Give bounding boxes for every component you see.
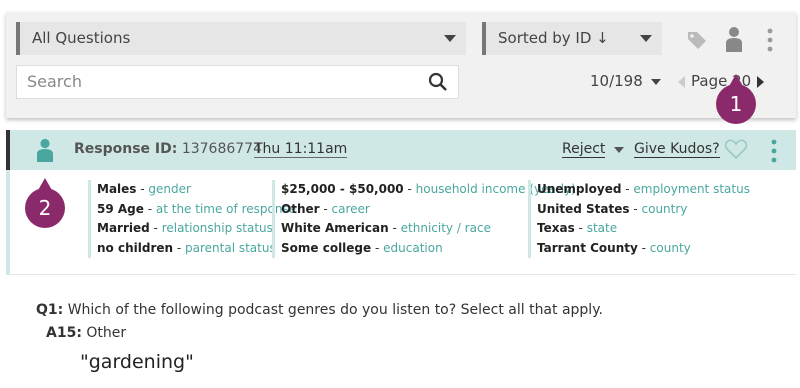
demographic-key: gender xyxy=(148,182,191,196)
demographic-row: United States - country xyxy=(537,201,688,216)
callout-number: 1 xyxy=(716,84,756,124)
callout-number: 2 xyxy=(25,188,65,228)
sort-select[interactable]: Sorted by ID ↓ xyxy=(482,22,662,55)
demographic-value: Some college xyxy=(281,240,372,255)
response-id: Response ID: 137686774 xyxy=(74,141,262,157)
demographic-value: Tarrant County xyxy=(537,240,638,255)
demographics-column-3: Unemployed - employment status United St… xyxy=(528,180,750,258)
demographic-value: Males xyxy=(97,182,137,196)
demographic-row: Tarrant County - county xyxy=(537,240,691,255)
demographic-row: Married - relationship status xyxy=(97,221,273,235)
results-count-select[interactable]: 10/198 xyxy=(590,72,661,90)
search-icon[interactable] xyxy=(428,72,448,92)
demographics-column-1: Males - gender 59 Age - at the time of r… xyxy=(88,180,296,258)
demographic-row: Males - gender xyxy=(97,182,191,196)
demographic-key: career xyxy=(331,201,370,216)
demographics-panel: Males - gender 59 Age - at the time of r… xyxy=(6,170,796,275)
callout-badge-1: 1 xyxy=(716,74,756,124)
demographic-row: 59 Age - at the time of response xyxy=(97,201,297,216)
reject-caret-icon[interactable] xyxy=(614,147,624,153)
demographic-value: Unemployed xyxy=(537,182,622,196)
demographic-value: Married xyxy=(97,221,150,235)
results-count: 10/198 xyxy=(590,72,643,90)
respondent-person-icon[interactable] xyxy=(36,138,54,162)
demographic-row: Texas - state xyxy=(537,221,618,235)
search-input[interactable]: Search xyxy=(16,65,459,99)
response-time[interactable]: Thu 11:11am xyxy=(254,141,348,158)
demographic-key: education xyxy=(383,240,443,255)
response-header: Response ID: 137686774 Thu 11:11am Rejec… xyxy=(6,130,796,170)
prev-page-icon[interactable] xyxy=(678,75,685,88)
demographic-key: employment status xyxy=(633,182,750,196)
search-placeholder: Search xyxy=(27,72,82,91)
question-text: Which of the following podcast genres do… xyxy=(67,302,603,318)
demographic-value: 59 Age xyxy=(97,201,144,216)
answer-option: A15: Other xyxy=(46,325,126,341)
demographic-row: no children - parental status xyxy=(97,240,276,255)
answer-label: A15: xyxy=(46,325,82,341)
question-filter-label: All Questions xyxy=(32,29,131,47)
demographic-key: ethnicity / race xyxy=(400,221,491,235)
demographic-key: relationship status xyxy=(161,221,273,235)
kebab-menu-icon[interactable] xyxy=(766,28,774,52)
heart-icon[interactable] xyxy=(724,138,748,160)
caret-down-icon xyxy=(444,35,456,42)
demographic-value: Other xyxy=(281,201,320,216)
question-filter-select[interactable]: All Questions xyxy=(16,22,466,55)
demographic-value: United States xyxy=(537,201,630,216)
demographic-value: $25,000 - $50,000 xyxy=(281,182,404,196)
toolbar: All Questions Sorted by ID ↓ Search 10/1… xyxy=(6,12,796,118)
response-id-value: 137686774 xyxy=(181,141,262,157)
reject-button[interactable]: Reject xyxy=(562,141,606,158)
response-id-label: Response ID: xyxy=(74,141,178,157)
sort-label: Sorted by ID ↓ xyxy=(498,29,609,47)
answer-option-text: Other xyxy=(86,325,127,341)
next-page-icon[interactable] xyxy=(757,75,765,88)
demographic-value: no children xyxy=(97,240,174,255)
caret-down-icon xyxy=(640,35,652,42)
question: Q1: Which of the following podcast genre… xyxy=(36,302,603,318)
demographic-row: Unemployed - employment status xyxy=(537,182,750,196)
demographic-key: state xyxy=(586,221,618,235)
demographic-key: country xyxy=(641,201,688,216)
demographic-value: White American xyxy=(281,221,389,235)
demographic-value: Texas xyxy=(537,221,575,235)
response-kebab-menu-icon[interactable] xyxy=(770,139,778,163)
tag-icon[interactable] xyxy=(686,30,708,50)
caret-down-icon xyxy=(650,78,661,85)
give-kudos-button[interactable]: Give Kudos? xyxy=(634,141,720,158)
question-label: Q1: xyxy=(36,302,64,318)
demographic-key: county xyxy=(649,240,691,255)
callout-badge-2: 2 xyxy=(25,178,65,228)
answer-text: "gardening" xyxy=(80,351,194,373)
person-icon[interactable] xyxy=(724,26,744,52)
demographic-key: parental status xyxy=(185,240,276,255)
